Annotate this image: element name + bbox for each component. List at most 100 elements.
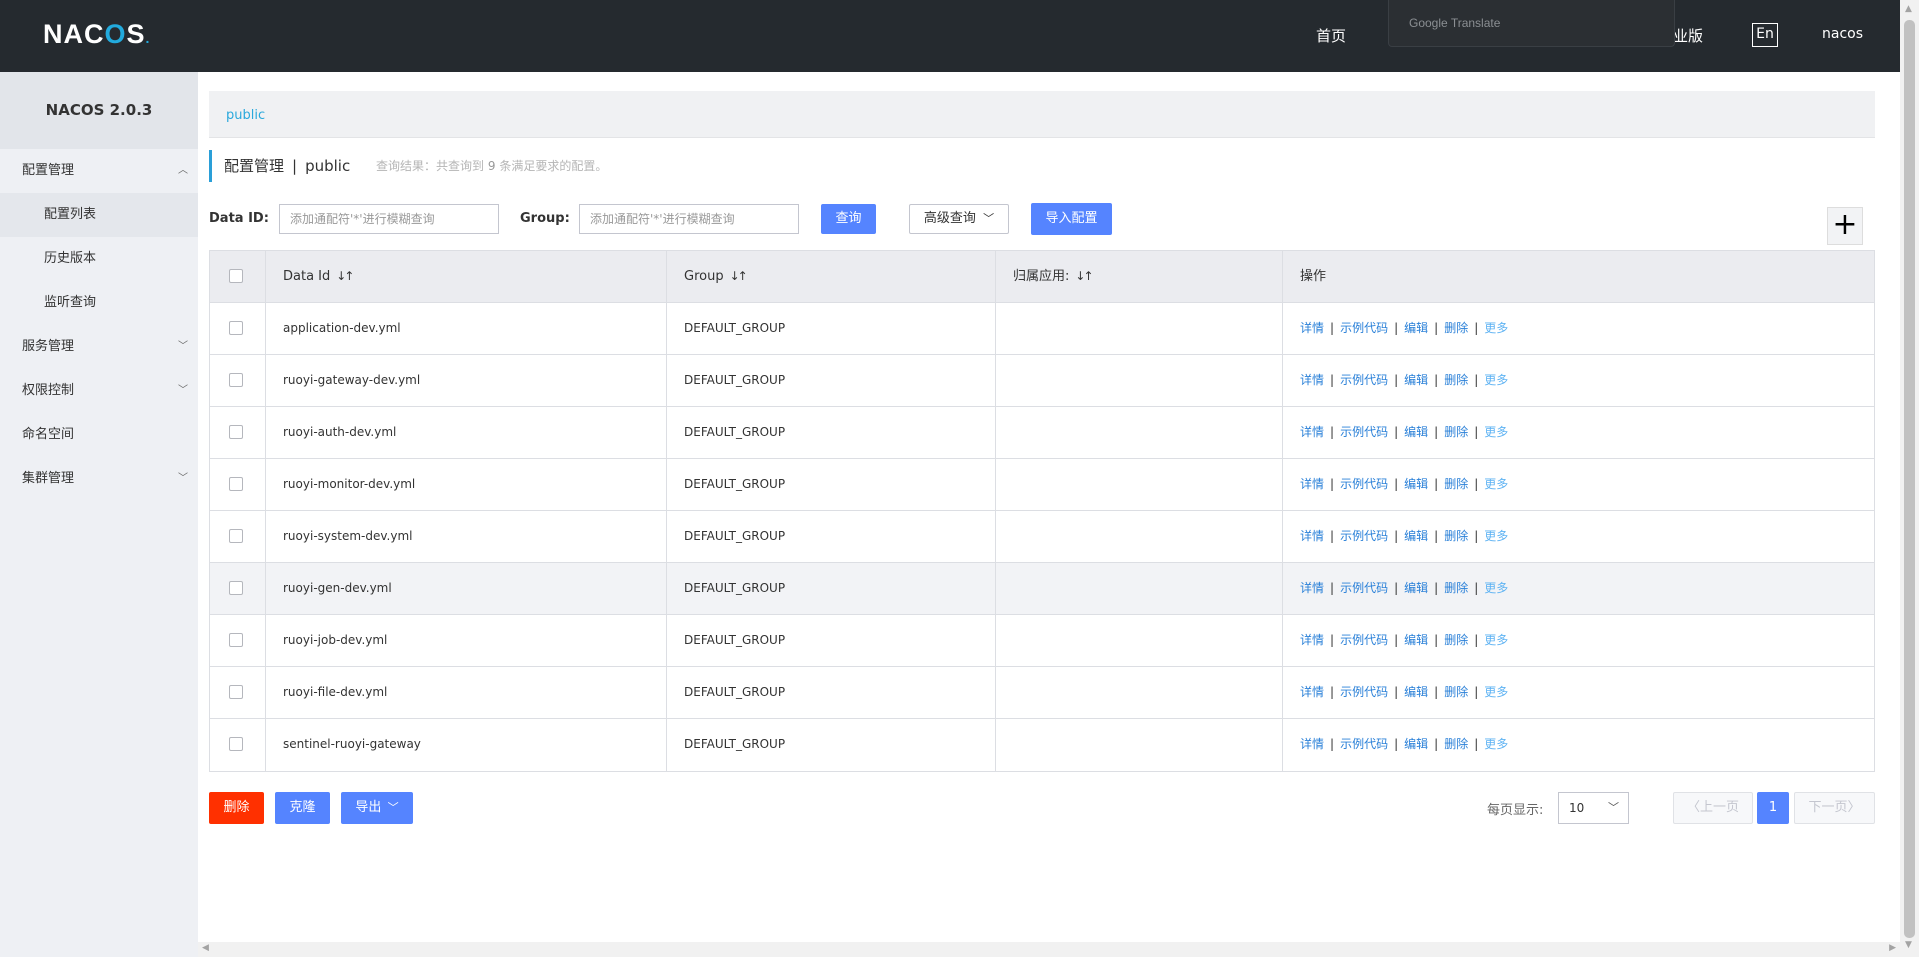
column-header-data-id[interactable]: Data Id ↓↑ [265, 251, 666, 302]
op-more-link[interactable]: 更多 [1484, 685, 1508, 699]
op-sample-code-link[interactable]: 示例代码 [1340, 373, 1388, 387]
op-sample-code-link[interactable]: 示例代码 [1340, 581, 1388, 595]
op-edit-link[interactable]: 编辑 [1404, 737, 1428, 751]
scroll-down-arrow-icon[interactable]: ▼ [1905, 940, 1912, 950]
column-header-app[interactable]: 归属应用: ↓↑ [995, 251, 1282, 302]
sidebar-item-namespace[interactable]: 命名空间 [0, 413, 198, 457]
op-sample-code-link[interactable]: 示例代码 [1340, 529, 1388, 543]
sort-icon[interactable]: ↓↑ [1075, 269, 1093, 283]
clone-button[interactable]: 克隆 [275, 792, 330, 824]
op-detail-link[interactable]: 详情 [1300, 529, 1324, 543]
op-edit-link[interactable]: 编辑 [1404, 477, 1428, 491]
op-more-link[interactable]: 更多 [1484, 737, 1508, 751]
nacos-logo[interactable]: NACOS. [43, 19, 150, 50]
row-checkbox[interactable] [229, 321, 243, 335]
query-button[interactable]: 查询 [821, 204, 876, 234]
op-more-link[interactable]: 更多 [1484, 477, 1508, 491]
op-detail-link[interactable]: 详情 [1300, 633, 1324, 647]
op-edit-link[interactable]: 编辑 [1404, 425, 1428, 439]
op-edit-link[interactable]: 编辑 [1404, 321, 1428, 335]
op-detail-link[interactable]: 详情 [1300, 373, 1324, 387]
op-detail-link[interactable]: 详情 [1300, 685, 1324, 699]
row-checkbox[interactable] [229, 633, 243, 647]
op-sample-code-link[interactable]: 示例代码 [1340, 321, 1388, 335]
scroll-right-arrow-icon[interactable]: ▶ [1889, 943, 1896, 953]
page-number-current[interactable]: 1 [1757, 792, 1789, 824]
op-more-link[interactable]: 更多 [1484, 321, 1508, 335]
select-all-checkbox[interactable] [229, 269, 243, 283]
sidebar-item-listener-query[interactable]: 监听查询 [0, 281, 198, 325]
next-page-button[interactable]: 下一页〉 [1794, 792, 1875, 824]
sort-icon[interactable]: ↓↑ [336, 269, 354, 283]
per-page-select[interactable]: 10 ﹀ [1558, 792, 1629, 824]
advanced-query-button[interactable]: 高级查询 ﹀ [909, 204, 1009, 234]
row-checkbox[interactable] [229, 737, 243, 751]
op-sample-code-link[interactable]: 示例代码 [1340, 633, 1388, 647]
op-edit-link[interactable]: 编辑 [1404, 529, 1428, 543]
language-toggle-button[interactable]: En [1752, 23, 1778, 47]
dataid-search-input[interactable]: 添加通配符'*'进行模糊查询 [279, 204, 499, 234]
op-edit-link[interactable]: 编辑 [1404, 373, 1428, 387]
op-delete-link[interactable]: 删除 [1444, 373, 1468, 387]
op-delete-link[interactable]: 删除 [1444, 685, 1468, 699]
op-delete-link[interactable]: 删除 [1444, 737, 1468, 751]
row-checkbox[interactable] [229, 425, 243, 439]
sidebar-item-config-management[interactable]: 配置管理 ︿ [0, 149, 198, 193]
op-sample-code-link[interactable]: 示例代码 [1340, 477, 1388, 491]
nav-home-link[interactable]: 首页 [1316, 25, 1346, 46]
sidebar-item-cluster-management[interactable]: 集群管理 ﹀ [0, 457, 198, 501]
sidebar-item-label: 历史版本 [44, 251, 97, 266]
op-edit-link[interactable]: 编辑 [1404, 633, 1428, 647]
op-delete-link[interactable]: 删除 [1444, 425, 1468, 439]
column-header-group[interactable]: Group ↓↑ [666, 251, 995, 302]
vertical-scrollbar[interactable]: ▲ ▼ [1900, 0, 1919, 957]
prev-page-button[interactable]: 〈上一页 [1673, 792, 1753, 824]
row-checkbox[interactable] [229, 685, 243, 699]
import-config-button[interactable]: 导入配置 [1031, 203, 1112, 235]
op-sample-code-link[interactable]: 示例代码 [1340, 425, 1388, 439]
op-delete-link[interactable]: 删除 [1444, 321, 1468, 335]
scroll-thumb[interactable] [1904, 20, 1915, 938]
op-detail-link[interactable]: 详情 [1300, 581, 1324, 595]
op-more-link[interactable]: 更多 [1484, 373, 1508, 387]
op-edit-link[interactable]: 编辑 [1404, 581, 1428, 595]
op-delete-link[interactable]: 删除 [1444, 477, 1468, 491]
op-detail-link[interactable]: 详情 [1300, 737, 1324, 751]
op-more-link[interactable]: 更多 [1484, 529, 1508, 543]
group-search-input[interactable]: 添加通配符'*'进行模糊查询 [579, 204, 799, 234]
horizontal-scrollbar[interactable]: ◀ ▶ [198, 942, 1900, 957]
op-detail-link[interactable]: 详情 [1300, 321, 1324, 335]
row-checkbox[interactable] [229, 477, 243, 491]
row-checkbox[interactable] [229, 529, 243, 543]
sidebar-item-access-control[interactable]: 权限控制 ﹀ [0, 369, 198, 413]
op-sample-code-link[interactable]: 示例代码 [1340, 685, 1388, 699]
prev-page-label: 上一页 [1700, 800, 1740, 815]
op-delete-link[interactable]: 删除 [1444, 633, 1468, 647]
scroll-left-arrow-icon[interactable]: ◀ [202, 943, 209, 953]
sidebar-item-history[interactable]: 历史版本 [0, 237, 198, 281]
op-more-link[interactable]: 更多 [1484, 581, 1508, 595]
sidebar-item-config-list[interactable]: 配置列表 [0, 193, 198, 237]
add-config-button[interactable]: + [1827, 207, 1863, 245]
scroll-up-arrow-icon[interactable]: ▲ [1905, 4, 1912, 14]
op-separator: | [1394, 477, 1399, 491]
op-more-link[interactable]: 更多 [1484, 633, 1508, 647]
chevron-down-icon: ﹀ [178, 385, 188, 396]
row-checkbox[interactable] [229, 373, 243, 387]
op-sample-code-link[interactable]: 示例代码 [1340, 737, 1388, 751]
row-checkbox[interactable] [229, 581, 243, 595]
sort-icon[interactable]: ↓↑ [730, 269, 748, 283]
batch-delete-button[interactable]: 删除 [209, 792, 264, 824]
op-delete-link[interactable]: 删除 [1444, 529, 1468, 543]
sidebar-item-service-management[interactable]: 服务管理 ﹀ [0, 325, 198, 369]
op-detail-link[interactable]: 详情 [1300, 477, 1324, 491]
google-translate-popup[interactable]: Google Translate [1388, 0, 1675, 47]
op-delete-link[interactable]: 删除 [1444, 581, 1468, 595]
op-edit-link[interactable]: 编辑 [1404, 685, 1428, 699]
export-button[interactable]: 导出 ﹀ [341, 792, 413, 824]
op-more-link[interactable]: 更多 [1484, 425, 1508, 439]
namespace-link-public[interactable]: public [226, 108, 265, 123]
row-select-cell [210, 355, 265, 406]
user-menu[interactable]: nacos [1822, 26, 1863, 42]
op-detail-link[interactable]: 详情 [1300, 425, 1324, 439]
